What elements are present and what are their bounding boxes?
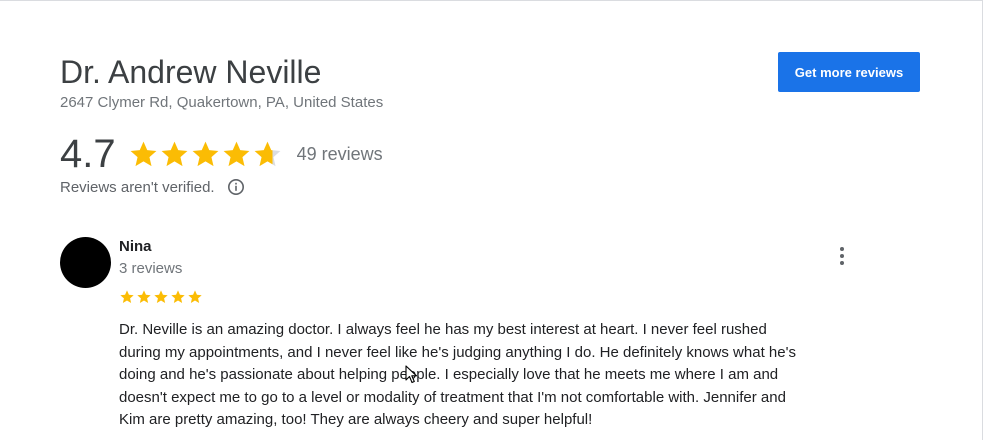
verification-notice: Reviews aren't verified. [60, 178, 245, 196]
average-rating-stars [128, 139, 283, 170]
review-star-icon [137, 290, 151, 303]
average-star-icon [161, 141, 188, 166]
rating-summary: 4.7 49 reviews [60, 130, 383, 178]
average-star-icon [130, 141, 157, 166]
business-name: Dr. Andrew Neville [60, 54, 322, 90]
get-more-reviews-button[interactable]: Get more reviews [778, 52, 920, 92]
review-text: Dr. Neville is an amazing doctor. I alwa… [119, 321, 796, 428]
review-count-link[interactable]: 49 reviews [297, 144, 383, 165]
average-star-icon [254, 141, 281, 166]
review-rating-stars [119, 289, 203, 305]
average-star-icon [192, 141, 219, 166]
avatar[interactable] [60, 237, 111, 288]
average-star-icon [223, 141, 250, 166]
more-vertical-icon[interactable] [830, 244, 854, 268]
average-rating: 4.7 [60, 132, 116, 176]
mouse-cursor-icon [405, 365, 418, 384]
review-star-icon [120, 290, 134, 303]
verification-text: Reviews aren't verified. [60, 178, 215, 196]
review-star-icon [154, 290, 168, 303]
business-address: 2647 Clymer Rd, Quakertown, PA, United S… [60, 94, 384, 111]
reviewer-name[interactable]: Nina [119, 238, 152, 255]
review-star-icon [171, 290, 185, 303]
info-icon[interactable] [227, 178, 245, 196]
review-star-icon [188, 290, 202, 303]
reviewer-review-count: 3 reviews [119, 260, 183, 277]
